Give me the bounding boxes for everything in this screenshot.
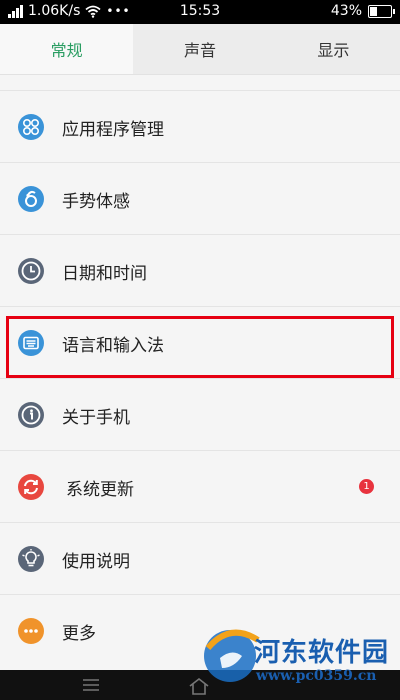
gesture-icon	[18, 186, 44, 212]
info-icon	[18, 402, 44, 428]
setting-label: 使用说明	[62, 552, 130, 572]
setting-app-management[interactable]: 应用程序管理	[0, 90, 400, 162]
setting-user-guide[interactable]: 使用说明	[0, 522, 400, 594]
setting-label: 应用程序管理	[62, 120, 164, 140]
setting-label: 系统更新	[66, 480, 134, 500]
setting-label: 语言和输入法	[62, 336, 164, 356]
watermark: 河东软件园 www.pc0359.cn	[198, 614, 394, 698]
tab-sound[interactable]: 声音	[133, 24, 266, 74]
apps-icon	[18, 114, 44, 140]
clock-time: 15:53	[179, 3, 221, 19]
tab-display[interactable]: 显示	[267, 24, 400, 74]
setting-label: 手势体感	[62, 192, 130, 212]
status-bar: 1.06K/s ••• 15:53 43%	[0, 0, 400, 24]
tab-bar: 常规 声音 显示	[0, 24, 400, 74]
setting-system-update[interactable]: 系统更新 1	[0, 450, 400, 522]
more-icon	[18, 618, 44, 644]
update-icon	[18, 474, 44, 500]
setting-date-time[interactable]: 日期和时间	[0, 234, 400, 306]
keyboard-icon	[18, 330, 44, 356]
setting-label: 更多	[62, 624, 96, 644]
watermark-url: www.pc0359.cn	[256, 668, 377, 684]
clock-icon	[18, 258, 44, 284]
setting-label: 日期和时间	[62, 264, 147, 284]
battery-icon	[368, 4, 395, 18]
update-badge: 1	[359, 479, 374, 494]
menu-icon[interactable]	[82, 679, 100, 691]
setting-label: 关于手机	[62, 408, 130, 428]
watermark-title: 河东软件园	[254, 638, 390, 668]
battery-percent: 43%	[330, 3, 362, 19]
settings-list: 应用程序管理 手势体感 日期和时间 语言和输入法 关于手机 系统更新 1 使用说…	[0, 90, 400, 666]
tab-divider	[0, 74, 400, 75]
setting-about-phone[interactable]: 关于手机	[0, 378, 400, 450]
setting-gesture[interactable]: 手势体感	[0, 162, 400, 234]
tab-general[interactable]: 常规	[0, 24, 134, 74]
lightbulb-icon	[18, 546, 44, 572]
setting-language-input[interactable]: 语言和输入法	[0, 306, 400, 378]
